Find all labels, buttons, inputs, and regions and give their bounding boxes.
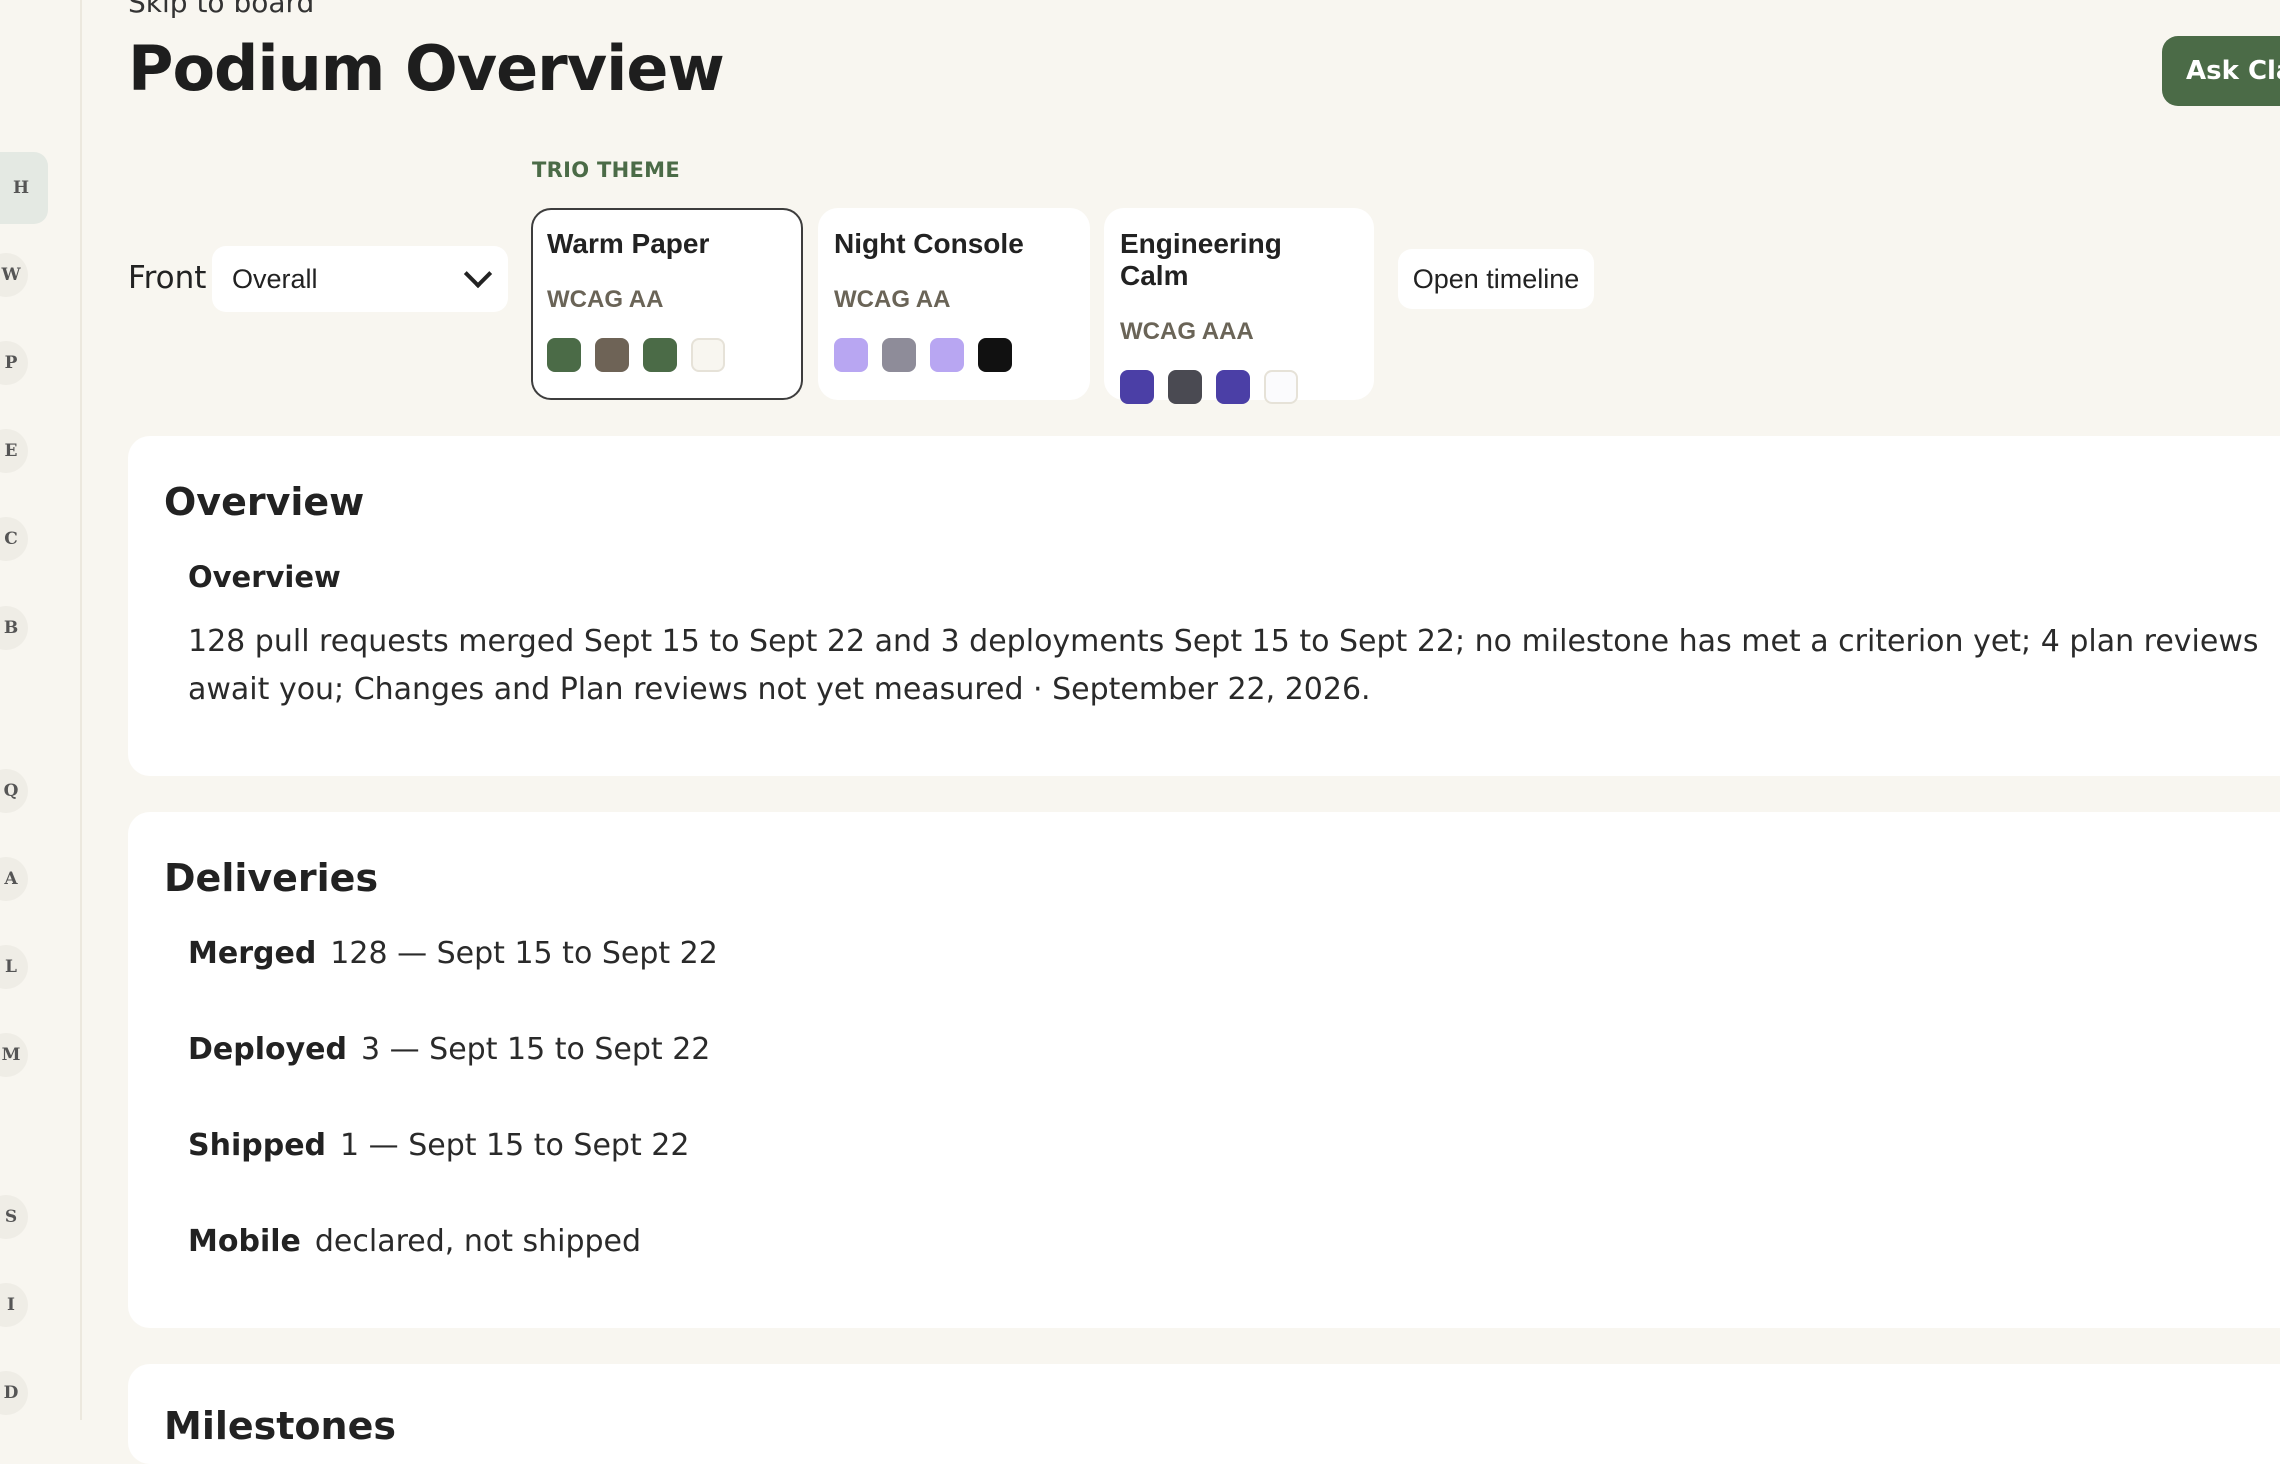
theme-card-warm-paper[interactable]: Warm Paper WCAG AA — [531, 208, 803, 400]
front-select[interactable]: Overall — [212, 246, 508, 312]
rail-item-a[interactable]: A — [0, 857, 28, 901]
side-rail: H W P E C B Q A L M S I D — [0, 0, 82, 1420]
deliveries-panel: Deliveries Merged 128 — Sept 15 to Sept 2… — [128, 812, 2280, 1328]
delivery-label: Deployed — [188, 1032, 347, 1067]
color-swatch — [930, 338, 964, 372]
milestones-heading: Milestones — [164, 1404, 396, 1448]
delivery-value: declared, not shipped — [314, 1224, 642, 1259]
delivery-value: 128 — Sept 15 to Sept 22 — [330, 936, 718, 971]
overview-subheading: Overview — [188, 560, 341, 594]
rail-item-m[interactable]: M — [0, 1033, 28, 1077]
theme-card-night-console[interactable]: Night Console WCAG AA — [818, 208, 1090, 400]
color-swatch — [834, 338, 868, 372]
theme-name: Night Console — [834, 228, 1024, 259]
rail-item-d[interactable]: D — [0, 1371, 28, 1415]
delivery-item-merged: Merged 128 — Sept 15 to Sept 22 — [188, 936, 718, 971]
delivery-label: Merged — [188, 936, 317, 971]
rail-item-s[interactable]: S — [0, 1195, 28, 1239]
rail-item-p[interactable]: P — [0, 341, 28, 385]
theme-swatches — [547, 338, 787, 372]
front-select-value: Overall — [232, 263, 318, 294]
color-swatch — [1120, 370, 1154, 404]
delivery-label: Shipped — [188, 1128, 327, 1163]
chevron-down-icon — [463, 259, 493, 289]
color-swatch — [547, 338, 581, 372]
color-swatch — [595, 338, 629, 372]
overview-panel: Overview Overview 128 pull requests merg… — [128, 436, 2280, 776]
rail-item-c[interactable]: C — [0, 517, 28, 561]
rail-item-e[interactable]: E — [0, 429, 28, 473]
open-timeline-button[interactable]: Open timeline — [1398, 249, 1594, 309]
rail-item-q[interactable]: Q — [0, 769, 28, 813]
page-title: Podium Overview — [128, 32, 725, 105]
theme-wcag-level: WCAG AA — [547, 286, 664, 313]
delivery-item-mobile: Mobile declared, not shipped — [188, 1224, 641, 1259]
theme-swatches — [834, 338, 1074, 372]
delivery-item-deployed: Deployed 3 — Sept 15 to Sept 22 — [188, 1032, 710, 1067]
delivery-value: 3 — Sept 15 to Sept 22 — [361, 1032, 711, 1067]
theme-swatches — [1120, 370, 1358, 404]
rail-item-h[interactable]: H — [0, 152, 48, 224]
rail-item-i[interactable]: I — [0, 1283, 28, 1327]
ask-claude-button[interactable]: Ask Cla — [2162, 36, 2280, 106]
delivery-label: Mobile — [188, 1224, 301, 1259]
color-swatch — [1216, 370, 1250, 404]
rail-item-l[interactable]: L — [0, 945, 28, 989]
theme-wcag-level: WCAG AAA — [1120, 318, 1254, 345]
overview-heading: Overview — [164, 480, 365, 524]
theme-name: Engineering Calm — [1120, 228, 1282, 291]
overview-summary: 128 pull requests merged Sept 15 to Sept… — [188, 624, 2259, 707]
color-swatch — [643, 338, 677, 372]
color-swatch — [978, 338, 1012, 372]
theme-card-engineering-calm[interactable]: Engineering Calm WCAG AAA — [1104, 208, 1374, 404]
color-swatch — [691, 338, 725, 372]
deliveries-heading: Deliveries — [164, 856, 379, 900]
delivery-item-shipped: Shipped 1 — Sept 15 to Sept 22 — [188, 1128, 689, 1163]
front-label: Front — [128, 260, 207, 296]
milestones-panel: Milestones — [128, 1364, 2280, 1464]
rail-item-b[interactable]: B — [0, 606, 28, 650]
skip-to-board-link[interactable]: Skip to board — [128, 0, 314, 19]
theme-name: Warm Paper — [547, 228, 710, 259]
rail-item-w[interactable]: W — [0, 253, 28, 297]
theme-wcag-level: WCAG AA — [834, 286, 951, 313]
trio-theme-label: TRIO THEME — [532, 158, 680, 182]
color-swatch — [1264, 370, 1298, 404]
delivery-value: 1 — Sept 15 to Sept 22 — [340, 1128, 690, 1163]
color-swatch — [1168, 370, 1202, 404]
color-swatch — [882, 338, 916, 372]
